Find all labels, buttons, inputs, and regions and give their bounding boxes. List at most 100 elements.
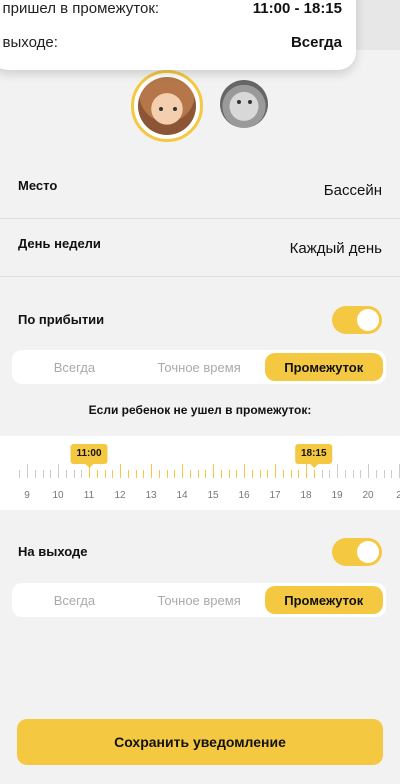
- toggle-knob: [357, 541, 379, 563]
- quarter-tick: [19, 470, 21, 478]
- hour-tick: [306, 464, 307, 478]
- range-start-handle[interactable]: 11:00: [70, 444, 108, 468]
- avatar-child-selected[interactable]: [131, 70, 203, 142]
- quarter-tick: [290, 470, 292, 478]
- exit-option-exact-time[interactable]: Точное время: [137, 583, 262, 617]
- range-caption: Если ребенок не ушел в промежуток:: [88, 403, 312, 417]
- hour-tick: [275, 464, 276, 478]
- quarter-tick: [174, 470, 176, 478]
- background-card: [356, 0, 400, 50]
- quarter-tick: [251, 470, 253, 478]
- quarter-tick: [42, 470, 44, 478]
- hour-tick: [58, 464, 59, 478]
- quarter-tick: [282, 470, 284, 478]
- summary-arrived-row: е пришел в промежуток: 11:00 - 18:15: [0, 0, 342, 17]
- hour-tick: [337, 464, 338, 478]
- hour-label: 18: [300, 490, 312, 501]
- quarter-tick: [166, 470, 168, 478]
- photo-detail: [173, 107, 177, 111]
- hour-tick: [27, 464, 28, 478]
- quarter-tick: [220, 470, 222, 478]
- time-range-ruler[interactable]: 11:00 18:15 9 10 11 12 13 14 15 16 17 18 19 20 2: [0, 436, 400, 510]
- quarter-tick: [50, 470, 52, 478]
- day-label: День недели: [18, 236, 101, 251]
- quarter-tick: [391, 470, 393, 478]
- photo-detail: [237, 100, 241, 104]
- day-value: Каждый день: [289, 240, 382, 257]
- summary-exit-label: а выходе:: [0, 34, 58, 51]
- summary-exit-value: Всегда: [290, 34, 342, 51]
- avatar-child-other[interactable]: [220, 80, 268, 128]
- quarter-tick: [383, 470, 385, 478]
- summary-arrived-label: е пришел в промежуток:: [0, 0, 160, 17]
- quarter-tick: [298, 470, 300, 478]
- quarter-tick: [236, 470, 238, 478]
- quarter-tick: [73, 470, 75, 478]
- hour-tick: [244, 464, 245, 478]
- quarter-tick: [189, 470, 191, 478]
- quarter-tick: [96, 470, 98, 478]
- hour-label: 13: [145, 490, 157, 501]
- hour-label: 9: [24, 490, 30, 501]
- quarter-tick: [267, 470, 269, 478]
- hour-tick: [120, 464, 121, 478]
- summary-exit-row: а выходе: Всегда: [0, 34, 342, 51]
- quarter-tick: [127, 470, 129, 478]
- exit-row: На выходе: [0, 532, 400, 572]
- save-notification-button[interactable]: Сохранить уведомление: [17, 719, 383, 765]
- quarter-tick: [112, 470, 114, 478]
- quarter-tick: [313, 470, 315, 478]
- child-selector: [0, 70, 400, 145]
- quarter-tick: [65, 470, 67, 478]
- quarter-tick: [259, 470, 261, 478]
- arrival-option-interval[interactable]: Промежуток: [264, 353, 384, 381]
- hour-label: 11: [83, 490, 95, 501]
- quarter-tick: [352, 470, 354, 478]
- quarter-tick: [158, 470, 160, 478]
- quarter-tick: [34, 470, 36, 478]
- exit-option-interval[interactable]: Промежуток: [264, 586, 384, 614]
- place-label: Место: [18, 178, 58, 193]
- toggle-knob: [357, 309, 379, 331]
- summary-card: е пришел в промежуток: 11:00 - 18:15 а в…: [0, 0, 356, 70]
- photo-detail: [248, 100, 252, 104]
- hour-label: 17: [269, 490, 281, 501]
- hour-label: 20: [362, 490, 374, 501]
- photo-detail: [159, 107, 163, 111]
- exit-mode-selector: Всегда Точное время Промежуток: [12, 583, 386, 617]
- exit-option-always[interactable]: Всегда: [12, 583, 137, 617]
- exit-label: На выходе: [18, 544, 88, 559]
- quarter-tick: [344, 470, 346, 478]
- place-setting[interactable]: Место Бассейн: [0, 160, 400, 219]
- hour-label: 16: [238, 490, 250, 501]
- quarter-tick: [143, 470, 145, 478]
- range-end-handle[interactable]: 18:15: [294, 444, 333, 468]
- hour-tick: [89, 464, 90, 478]
- hour-tick: [368, 464, 369, 478]
- quarter-tick: [228, 470, 230, 478]
- quarter-tick: [135, 470, 137, 478]
- quarter-tick: [81, 470, 83, 478]
- exit-toggle[interactable]: [332, 538, 382, 566]
- hour-label: 15: [207, 490, 219, 501]
- arrival-label: По прибытии: [18, 312, 105, 327]
- summary-arrived-value: 11:00 - 18:15: [252, 0, 342, 17]
- quarter-tick: [104, 470, 106, 478]
- quarter-tick: [205, 470, 207, 478]
- day-setting[interactable]: День недели Каждый день: [0, 218, 400, 277]
- arrival-toggle[interactable]: [332, 306, 382, 334]
- hour-label: 14: [176, 490, 188, 501]
- arrival-option-always[interactable]: Всегда: [12, 350, 137, 384]
- hour-tick: [151, 464, 152, 478]
- hour-label: 10: [52, 490, 64, 501]
- hour-tick: [213, 464, 214, 478]
- hour-label: 12: [114, 490, 126, 501]
- quarter-tick: [197, 470, 199, 478]
- quarter-tick: [360, 470, 362, 478]
- arrival-option-exact-time[interactable]: Точное время: [137, 350, 262, 384]
- quarter-tick: [375, 470, 377, 478]
- hour-label: 2: [396, 490, 400, 501]
- quarter-tick: [329, 470, 331, 478]
- arrival-mode-selector: Всегда Точное время Промежуток: [12, 350, 386, 384]
- quarter-tick: [321, 470, 323, 478]
